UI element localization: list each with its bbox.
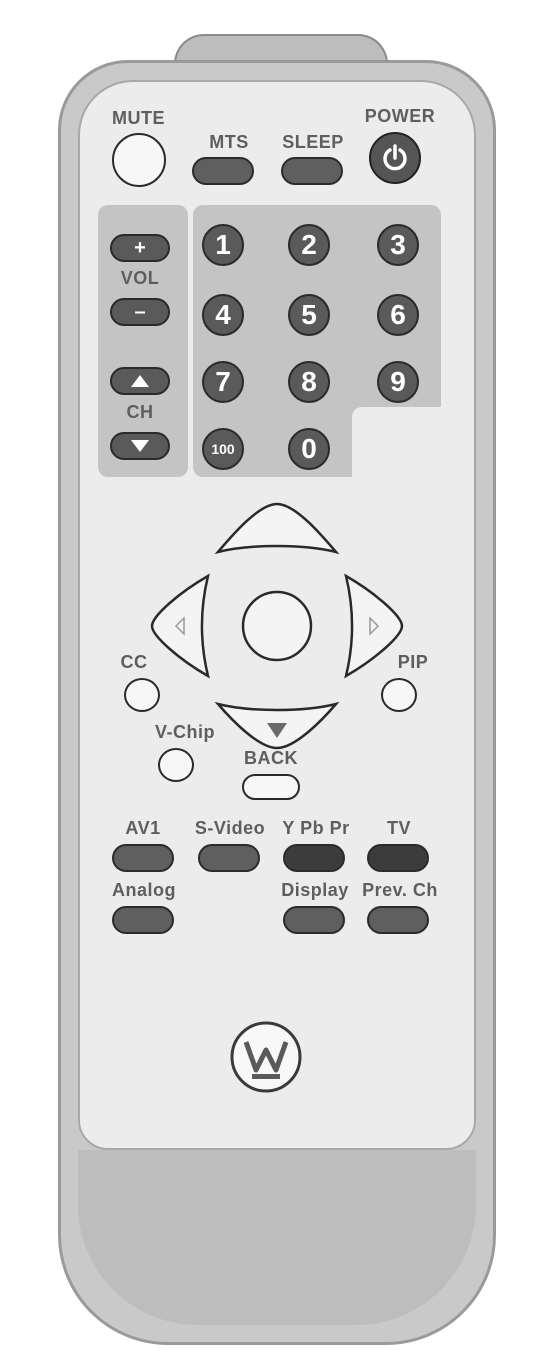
analog-label: Analog <box>112 880 176 900</box>
power-icon <box>380 143 410 173</box>
tv-label: TV <box>386 818 411 838</box>
volume-up-button[interactable]: + <box>110 234 170 262</box>
numpad-panel-notch <box>352 407 444 481</box>
display-label: Display <box>281 880 349 900</box>
cc-button[interactable] <box>124 678 160 712</box>
av1-label: AV1 <box>125 818 161 838</box>
av1-button[interactable] <box>112 844 174 872</box>
number-9-button[interactable]: 9 <box>377 361 419 403</box>
nav-center-button[interactable] <box>241 590 313 662</box>
ypbpr-button[interactable] <box>283 844 345 872</box>
number-0-button[interactable]: 0 <box>288 428 330 470</box>
tv-button[interactable] <box>367 844 429 872</box>
pip-button[interactable] <box>381 678 417 712</box>
pip-label: PIP <box>397 652 429 672</box>
back-label: BACK <box>244 748 298 768</box>
power-button[interactable] <box>369 132 421 184</box>
channel-label: CH <box>126 402 154 422</box>
brand-logo-icon <box>229 1020 303 1094</box>
number-8-button[interactable]: 8 <box>288 361 330 403</box>
number-5-button[interactable]: 5 <box>288 294 330 336</box>
prev-ch-button[interactable] <box>367 906 429 934</box>
channel-up-button[interactable] <box>110 367 170 395</box>
number-1-button[interactable]: 1 <box>202 224 244 266</box>
volume-down-button[interactable]: – <box>110 298 170 326</box>
number-2-button[interactable]: 2 <box>288 224 330 266</box>
volume-label: VOL <box>120 268 160 288</box>
svideo-button[interactable] <box>198 844 260 872</box>
number-100-button[interactable]: 100 <box>202 428 244 470</box>
mts-button[interactable] <box>192 157 254 185</box>
sleep-label: SLEEP <box>282 132 344 152</box>
ypbpr-label: Y Pb Pr <box>282 818 350 838</box>
arrow-up-icon <box>130 374 150 388</box>
mute-button[interactable] <box>112 133 166 187</box>
number-4-button[interactable]: 4 <box>202 294 244 336</box>
nav-left-icon <box>150 573 210 679</box>
svideo-label: S-Video <box>194 818 266 838</box>
navigation-cluster <box>140 498 414 758</box>
back-button[interactable] <box>242 774 300 800</box>
prev-ch-label: Prev. Ch <box>362 880 438 900</box>
sleep-button[interactable] <box>281 157 343 185</box>
vchip-label: V-Chip <box>155 722 215 742</box>
nav-up-icon <box>214 502 340 555</box>
channel-down-button[interactable] <box>110 432 170 460</box>
arrow-down-icon <box>130 439 150 453</box>
number-3-button[interactable]: 3 <box>377 224 419 266</box>
display-button[interactable] <box>283 906 345 934</box>
mts-label: MTS <box>209 132 249 152</box>
cc-label: CC <box>120 652 148 672</box>
number-6-button[interactable]: 6 <box>377 294 419 336</box>
remote-grip <box>78 1150 476 1325</box>
mute-label: MUTE <box>112 108 165 128</box>
vchip-button[interactable] <box>158 748 194 782</box>
nav-down-icon <box>214 701 340 750</box>
number-7-button[interactable]: 7 <box>202 361 244 403</box>
power-label: POWER <box>364 106 436 126</box>
analog-button[interactable] <box>112 906 174 934</box>
